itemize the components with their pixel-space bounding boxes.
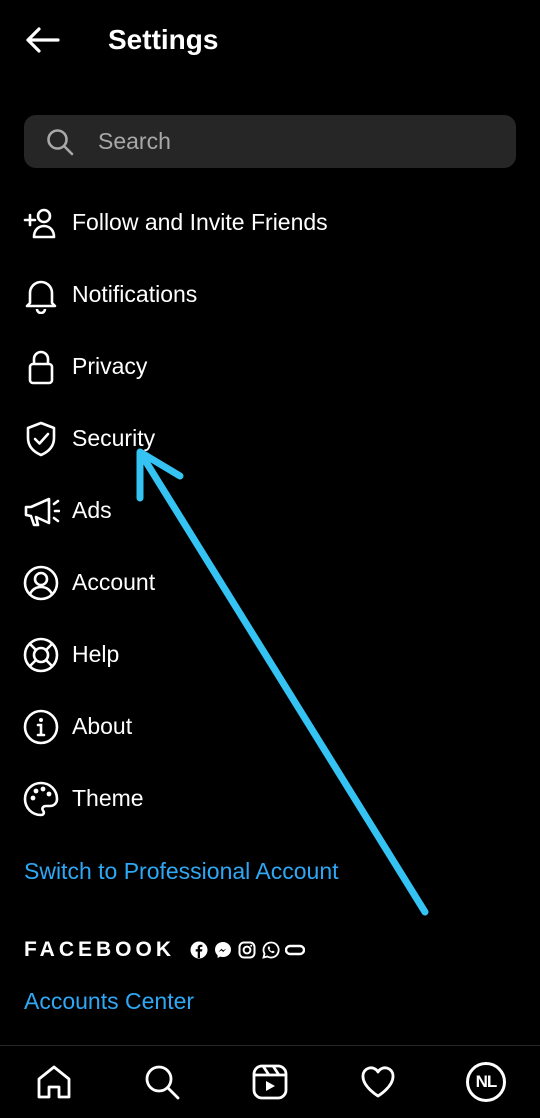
lifebuoy-icon xyxy=(22,636,60,674)
menu-item-about[interactable]: About xyxy=(0,690,540,762)
menu-item-label: Privacy xyxy=(72,352,148,379)
menu-item-help[interactable]: Help xyxy=(0,618,540,690)
shield-check-icon xyxy=(22,420,60,458)
add-person-icon xyxy=(22,204,60,242)
avatar: NL xyxy=(466,1062,506,1102)
menu-item-account[interactable]: Account xyxy=(0,546,540,618)
portal-icon xyxy=(285,940,306,960)
bottom-navigation: NL xyxy=(0,1045,540,1118)
facebook-wordmark: FACEBOOK xyxy=(24,938,176,961)
menu-item-label: Help xyxy=(72,640,120,667)
facebook-icon xyxy=(189,940,209,960)
facebook-row: FACEBOOK xyxy=(24,938,306,962)
header: Settings xyxy=(0,0,540,80)
search-input[interactable] xyxy=(96,127,480,156)
menu-item-security[interactable]: Security xyxy=(0,402,540,474)
menu-item-label: Account xyxy=(72,568,156,595)
home-icon[interactable] xyxy=(34,1062,74,1102)
lock-icon xyxy=(22,348,60,386)
whatsapp-icon xyxy=(261,940,281,960)
reels-icon[interactable] xyxy=(250,1062,290,1102)
menu-item-label: Ads xyxy=(72,496,112,523)
megaphone-icon xyxy=(22,492,60,530)
meta-apps-icons xyxy=(189,940,306,960)
search-bar[interactable] xyxy=(24,115,516,168)
switch-professional-link[interactable]: Switch to Professional Account xyxy=(24,858,339,885)
menu-item-ads[interactable]: Ads xyxy=(0,474,540,546)
info-icon xyxy=(22,708,60,746)
menu-item-label: About xyxy=(72,712,133,739)
menu-item-follow-invite[interactable]: Follow and Invite Friends xyxy=(0,186,540,258)
palette-icon xyxy=(22,780,60,818)
heart-icon[interactable] xyxy=(358,1062,398,1102)
page-title: Settings xyxy=(108,24,219,55)
menu-item-notifications[interactable]: Notifications xyxy=(0,258,540,330)
menu-item-privacy[interactable]: Privacy xyxy=(0,330,540,402)
search-icon[interactable] xyxy=(142,1062,182,1102)
menu-item-label: Notifications xyxy=(72,280,198,307)
menu-item-label: Theme xyxy=(72,784,144,811)
bell-icon xyxy=(22,276,60,314)
menu-item-label: Follow and Invite Friends xyxy=(72,208,328,235)
accounts-center-link[interactable]: Accounts Center xyxy=(24,988,194,1015)
menu-item-theme[interactable]: Theme xyxy=(0,762,540,834)
settings-menu: Follow and Invite Friends Notifications … xyxy=(0,186,540,834)
instagram-icon xyxy=(237,940,257,960)
profile-tab[interactable]: NL xyxy=(466,1062,506,1102)
back-arrow-icon[interactable] xyxy=(20,22,64,58)
account-circle-icon xyxy=(22,564,60,602)
search-icon xyxy=(45,127,75,157)
menu-item-label: Security xyxy=(72,424,156,451)
messenger-icon xyxy=(213,940,233,960)
